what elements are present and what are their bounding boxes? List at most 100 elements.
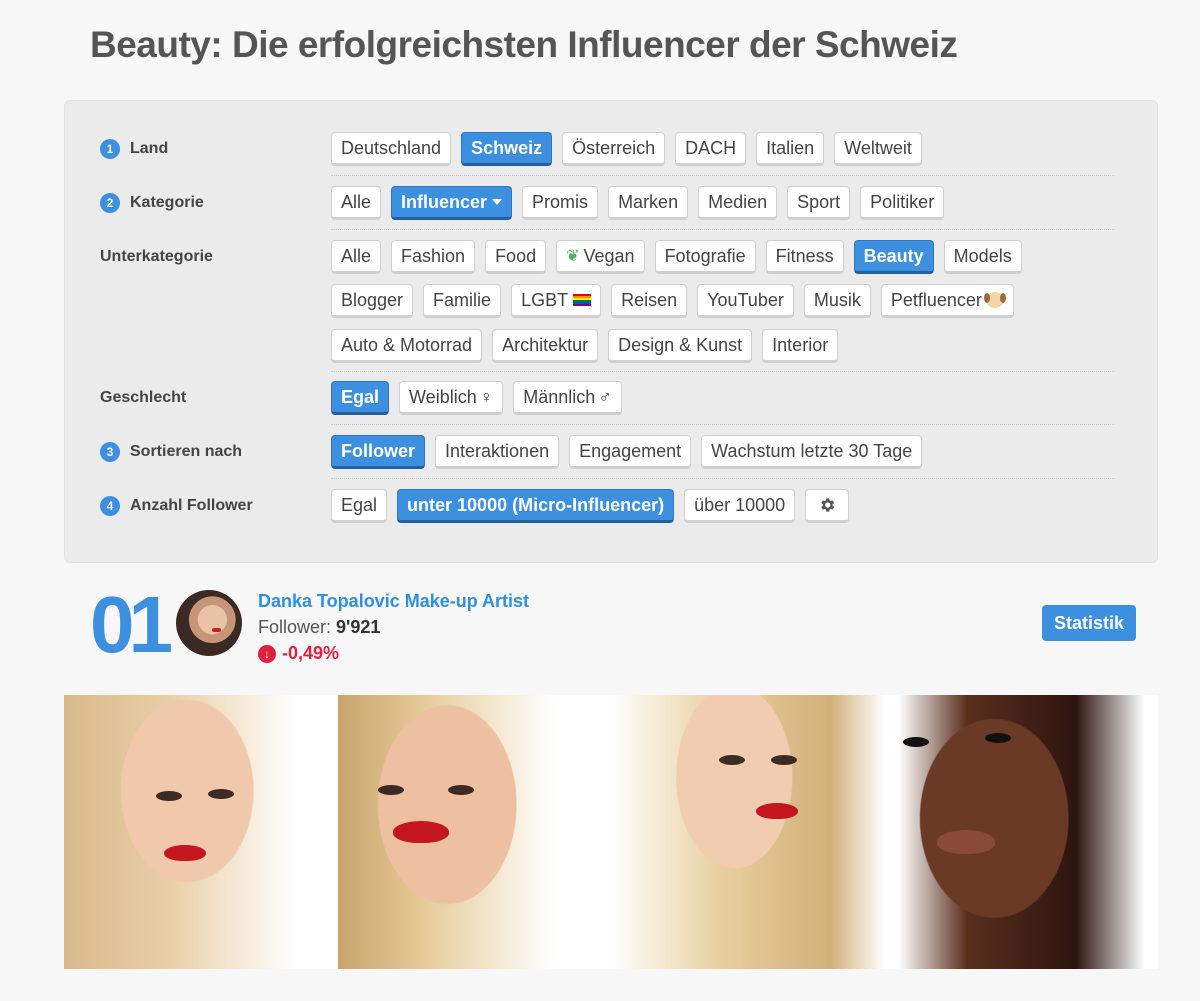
chip-kategorie-influencer-label: Influencer (401, 191, 488, 212)
chip-sub-lgbt[interactable]: LGBT (511, 284, 602, 318)
chip-kategorie-sport[interactable]: Sport (787, 186, 851, 220)
chip-sub-blogger[interactable]: Blogger (331, 284, 414, 318)
gear-icon (821, 498, 835, 512)
step-number-4: 4 (100, 496, 120, 516)
label-anzahl: Anzahl Follower (130, 497, 253, 514)
eye-shape (208, 789, 234, 799)
chip-sort-interaktionen[interactable]: Interaktionen (435, 435, 560, 469)
chip-sort-wachstum[interactable]: Wachstum letzte 30 Tage (701, 435, 923, 469)
row-divider (331, 371, 1115, 372)
chip-anzahl-micro[interactable]: unter 10000 (Micro-Influencer) (397, 489, 675, 523)
statistik-button[interactable]: Statistik (1041, 605, 1136, 641)
label-land: Land (130, 140, 169, 157)
chip-sub-architektur[interactable]: Architektur (492, 329, 599, 363)
chip-geschlecht-maennlich[interactable]: Männlich ♂ (513, 381, 622, 415)
post-image[interactable] (884, 695, 1158, 969)
chip-sub-musik[interactable]: Musik (803, 284, 871, 318)
post-image[interactable] (337, 695, 611, 969)
label-sortieren: Sortieren nach (130, 443, 243, 460)
chip-sub-petfluencer-label: Petfluencer (890, 289, 982, 310)
page-title: Beauty: Die erfolgreichsten Influencer d… (90, 24, 958, 65)
settings-button[interactable] (805, 489, 850, 523)
arrow-down-icon: ↓ (258, 644, 276, 663)
filter-label-sortieren: 3 Sortieren nach (100, 435, 242, 469)
lips-shape (756, 803, 798, 819)
eye-shape (719, 755, 745, 765)
follower-count: Follower: 9'921 (258, 617, 380, 638)
chip-kategorie-alle[interactable]: Alle (331, 186, 382, 220)
sprout-icon: ❦ (566, 248, 580, 265)
eye-shape (156, 791, 182, 801)
male-symbol-icon: ♂ (598, 386, 612, 407)
label-geschlecht: Geschlecht (100, 389, 187, 406)
eye-shape (377, 785, 404, 795)
eye-shape (984, 733, 1011, 743)
row-divider (331, 424, 1115, 425)
lips-shape (936, 830, 995, 854)
chip-sub-fashion[interactable]: Fashion (391, 240, 476, 274)
chip-land-schweiz[interactable]: Schweiz (461, 132, 553, 166)
rainbow-flag-icon (573, 294, 592, 306)
chip-sort-follower[interactable]: Follower (331, 435, 426, 469)
row-divider (331, 478, 1115, 479)
chip-sub-vegan[interactable]: ❦ Vegan (556, 240, 645, 274)
chip-sub-interior[interactable]: Interior (762, 329, 839, 363)
step-number-2: 2 (100, 193, 120, 213)
chip-geschlecht-egal[interactable]: Egal (331, 381, 390, 415)
chip-kategorie-marken[interactable]: Marken (608, 186, 689, 220)
chip-land-dach[interactable]: DACH (675, 132, 747, 166)
chip-sub-reisen[interactable]: Reisen (611, 284, 688, 318)
result-item: 01 Danka Topalovic Make-up Artist Follow… (90, 585, 1136, 675)
chip-sub-petfluencer[interactable]: Petfluencer (880, 284, 1014, 318)
chip-sort-engagement[interactable]: Engagement (569, 435, 692, 469)
chip-land-weltweit[interactable]: Weltweit (834, 132, 922, 166)
dog-icon (983, 292, 1006, 308)
chip-sub-models[interactable]: Models (943, 240, 1022, 274)
rank-number: 01 (90, 580, 173, 669)
female-symbol-icon: ♀ (479, 386, 494, 407)
chip-land-oesterreich[interactable]: Österreich (562, 132, 666, 166)
caret-down-icon (492, 199, 503, 205)
chip-land-italien[interactable]: Italien (756, 132, 825, 166)
follower-change-value: -0,49% (282, 643, 340, 663)
step-number-1: 1 (100, 139, 120, 159)
chip-kategorie-medien[interactable]: Medien (698, 186, 778, 220)
chip-sub-fitness[interactable]: Fitness (765, 240, 844, 274)
chip-kategorie-influencer-dropdown[interactable]: Influencer (391, 186, 513, 220)
chip-kategorie-promis[interactable]: Promis (522, 186, 599, 220)
eye-shape (447, 785, 474, 795)
row-divider (331, 229, 1115, 230)
post-image[interactable] (64, 695, 338, 969)
chip-sub-familie[interactable]: Familie (423, 284, 502, 318)
chip-anzahl-egal[interactable]: Egal (331, 489, 388, 523)
chip-geschlecht-weiblich[interactable]: Weiblich ♀ (399, 381, 504, 415)
lips-shape (392, 821, 449, 843)
eye-shape (902, 737, 929, 747)
follower-change: ↓ -0,49% (258, 643, 339, 664)
filter-label-kategorie: 2 Kategorie (100, 186, 204, 220)
chip-land-deutschland[interactable]: Deutschland (331, 132, 452, 166)
row-divider (331, 175, 1115, 176)
chip-sub-alle[interactable]: Alle (331, 240, 382, 274)
chip-sub-auto-motorrad[interactable]: Auto & Motorrad (331, 329, 483, 363)
chip-sub-food[interactable]: Food (485, 240, 547, 274)
chip-sub-youtuber[interactable]: YouTuber (697, 284, 794, 318)
follower-label: Follower: (258, 617, 332, 637)
chip-sub-beauty[interactable]: Beauty (853, 240, 934, 274)
filter-label-land: 1 Land (100, 132, 168, 166)
step-number-3: 3 (100, 442, 120, 462)
chip-geschlecht-weiblich-label: Weiblich (409, 386, 477, 407)
influencer-name-link[interactable]: Danka Topalovic Make-up Artist (258, 591, 529, 612)
filter-label-anzahl: 4 Anzahl Follower (100, 489, 253, 523)
eye-shape (771, 755, 797, 765)
label-unterkategorie: Unterkategorie (100, 248, 213, 265)
chip-anzahl-ueber[interactable]: über 10000 (684, 489, 796, 523)
lips-shape (164, 845, 206, 861)
chip-geschlecht-maennlich-label: Männlich (523, 386, 596, 407)
avatar[interactable] (176, 590, 242, 656)
chip-sub-design-kunst[interactable]: Design & Kunst (608, 329, 753, 363)
chip-kategorie-politiker[interactable]: Politiker (860, 186, 945, 220)
chip-sub-fotografie[interactable]: Fotografie (654, 240, 756, 274)
label-kategorie: Kategorie (130, 194, 204, 211)
post-image[interactable] (611, 695, 885, 969)
